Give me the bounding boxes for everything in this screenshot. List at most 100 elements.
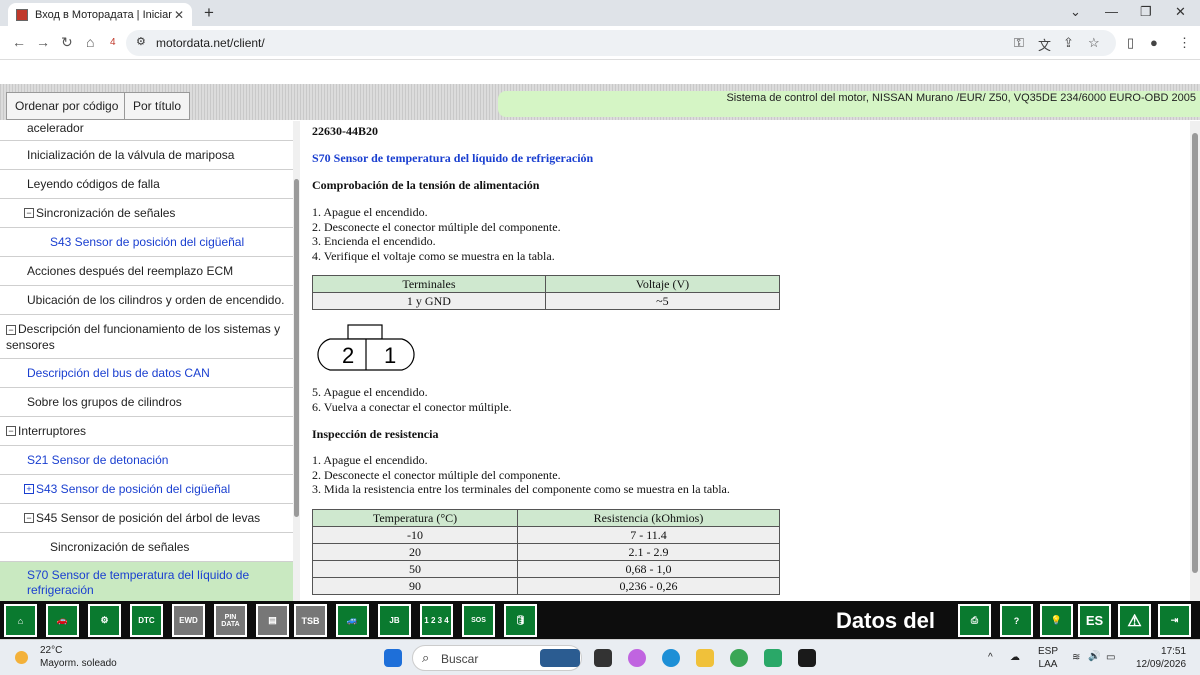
collapse-icon[interactable]: −	[24, 513, 34, 523]
sos-label: SOS	[471, 617, 486, 624]
content-scrollbar[interactable]	[1190, 121, 1200, 601]
collapse-icon[interactable]: −	[6, 426, 16, 436]
sidebar-item[interactable]: Inicialización de la válvula de mariposa	[0, 141, 293, 170]
sidebar-scrollbar[interactable]	[293, 121, 300, 601]
battery-icon[interactable]: ▭	[1106, 651, 1115, 664]
expand-icon[interactable]: +	[24, 484, 34, 494]
step-text: 2. Desconecte el conector múltiple del c…	[312, 219, 561, 234]
sidebar-scroll-thumb[interactable]	[294, 179, 299, 517]
input-language[interactable]: ESP LAA	[1038, 645, 1058, 671]
profile-icon[interactable]: ●	[1150, 35, 1158, 50]
new-tab-button[interactable]: +	[204, 3, 214, 23]
store-icon[interactable]	[764, 649, 782, 667]
ewd-button[interactable]: EWD	[172, 604, 205, 637]
table-header: Resistencia (kOhmios)	[517, 509, 780, 527]
content-scroll-thumb[interactable]	[1192, 133, 1198, 573]
lightbulb-icon[interactable]: 💡	[1040, 604, 1073, 637]
resistance-table: Temperatura (°C) Resistencia (kOhmios) -1…	[312, 509, 780, 595]
chrome-browser-icon[interactable]	[730, 649, 748, 667]
tab-search-chevron-icon[interactable]: ⌄	[1070, 4, 1081, 20]
omnibox[interactable]: ⚙ motordata.net/client/ ⚿ 文 ⇪ ☆	[126, 30, 1116, 56]
translate-icon[interactable]: 文	[1038, 35, 1051, 54]
pin-data-button[interactable]: PIN DATA	[214, 604, 247, 637]
share-icon[interactable]: ⇪	[1063, 35, 1074, 51]
extension-badge[interactable]: 4	[110, 37, 116, 48]
language-label: ES	[1085, 613, 1104, 628]
sidebar-item[interactable]: + S43 Sensor de posición del cigüeñal	[0, 475, 293, 504]
news-widget-icon[interactable]	[540, 649, 580, 667]
tray-chevron-icon[interactable]: ^	[988, 651, 993, 664]
service-car-icon[interactable]: 🚙	[336, 604, 369, 637]
language-button[interactable]: ES	[1078, 604, 1111, 637]
minimize-icon[interactable]: —	[1105, 4, 1118, 19]
sidebar-item[interactable]: − Descripción del funcionamiento de los s…	[0, 315, 293, 359]
sidebar-item[interactable]: Sobre los grupos de cilindros	[0, 388, 293, 417]
step-text: 5. Apague el encendido.	[312, 385, 428, 399]
app-icon[interactable]	[798, 649, 816, 667]
sidebar-item[interactable]: S43 Sensor de posición del cigüeñal	[0, 228, 293, 257]
weather-widget[interactable]: 22°C Mayorm. soleado	[15, 644, 117, 670]
sidebar-item[interactable]: acelerador	[0, 121, 293, 141]
help-icon[interactable]: ?	[1000, 604, 1033, 637]
sidebar-item[interactable]: − Interruptores	[0, 417, 293, 446]
browser-tab[interactable]: Вход в Моторадата | Iniciar sesió ✕	[8, 3, 192, 26]
sidebar-item[interactable]: − S45 Sensor de posición del árbol de lev…	[0, 504, 293, 533]
address-url[interactable]: motordata.net/client/	[156, 36, 265, 50]
sidebar-item[interactable]: Descripción del bus de datos CAN	[0, 359, 293, 388]
vehicle-select-icon[interactable]: 🚗	[46, 604, 79, 637]
tray-onedrive-icon[interactable]: ☁	[1010, 651, 1020, 664]
section-title-voltage: Comprobación de la tensión de alimentaci…	[312, 178, 540, 192]
start-windows-icon[interactable]	[384, 649, 402, 667]
clock-date: 12/09/2026	[1136, 659, 1187, 670]
table-row: 1 y GND ~5	[312, 292, 781, 310]
step-text: 2. Desconecte el conector múltiple del c…	[312, 467, 561, 482]
file-explorer-icon[interactable]	[696, 649, 714, 667]
sidebar-item[interactable]: − Sincronización de señales	[0, 199, 293, 228]
close-tab-icon[interactable]: ✕	[174, 8, 184, 22]
dtc-label: DTC	[138, 616, 155, 625]
sort-by-title-button[interactable]: Por título	[124, 92, 191, 120]
sidebar-item[interactable]: Sincronización de señales	[0, 533, 293, 562]
manual-icon[interactable]: ▤	[256, 604, 289, 637]
warning-icon[interactable]: ⚠	[1118, 604, 1151, 637]
sidebar-item-selected[interactable]: S70 Sensor de temperatura del líquido de…	[0, 562, 293, 601]
wheel-icon[interactable]: ⚙	[88, 604, 121, 637]
home-icon[interactable]: ⌂	[4, 604, 37, 637]
tsb-button[interactable]: TSB	[294, 604, 327, 637]
sidebar-item[interactable]: Acciones después del reemplazo ECM	[0, 257, 293, 286]
datos-label: Datos del	[836, 608, 936, 633]
side-panel-icon[interactable]: ▯	[1127, 35, 1134, 51]
restore-icon[interactable]: ❐	[1140, 4, 1152, 20]
reload-icon[interactable]: ↻	[61, 34, 73, 51]
forward-icon[interactable]: →	[36, 34, 50, 50]
back-icon[interactable]: ←	[12, 34, 26, 50]
volume-icon[interactable]: 🔊	[1088, 650, 1100, 663]
sort-by-code-button[interactable]: Ordenar por código	[6, 92, 128, 120]
password-key-icon[interactable]: ⚿	[1014, 35, 1024, 51]
copilot-icon[interactable]	[628, 649, 646, 667]
grid-1234-button[interactable]: 1 2 3 4	[420, 604, 453, 637]
search-icon: ⌕	[422, 650, 430, 665]
site-info-icon[interactable]: ⚙	[136, 35, 146, 48]
sidebar-item[interactable]: Leyendo códigos de falla	[0, 170, 293, 199]
print-icon[interactable]: ⎙	[958, 604, 991, 637]
wifi-icon[interactable]: ≋	[1072, 651, 1080, 664]
sos-button[interactable]: SOS	[462, 604, 495, 637]
grid-label: 1 2 3 4	[424, 616, 449, 625]
exit-icon[interactable]: ⇥	[1158, 604, 1191, 637]
sidebar-item-label: Sobre los grupos de cilindros	[27, 395, 182, 409]
dtc-button[interactable]: DTC	[130, 604, 163, 637]
close-window-icon[interactable]: ✕	[1175, 4, 1186, 20]
collapse-icon[interactable]: −	[6, 324, 16, 335]
collapse-icon[interactable]: −	[24, 208, 34, 218]
bookmark-star-icon[interactable]: ☆	[1088, 35, 1100, 51]
menu-kebab-icon[interactable]: ⋮	[1178, 35, 1191, 51]
jb-button[interactable]: JB	[378, 604, 411, 637]
oil-can-icon[interactable]: 🛢	[504, 604, 537, 637]
clock[interactable]: 17:51 12/09/2026	[1136, 645, 1186, 671]
home-icon[interactable]: ⌂	[86, 34, 94, 50]
edge-browser-icon[interactable]	[662, 649, 680, 667]
task-view-icon[interactable]	[594, 649, 612, 667]
sidebar-item[interactable]: Ubicación de los cilindros y orden de en…	[0, 286, 293, 315]
sidebar-item[interactable]: S21 Sensor de detonación	[0, 446, 293, 475]
